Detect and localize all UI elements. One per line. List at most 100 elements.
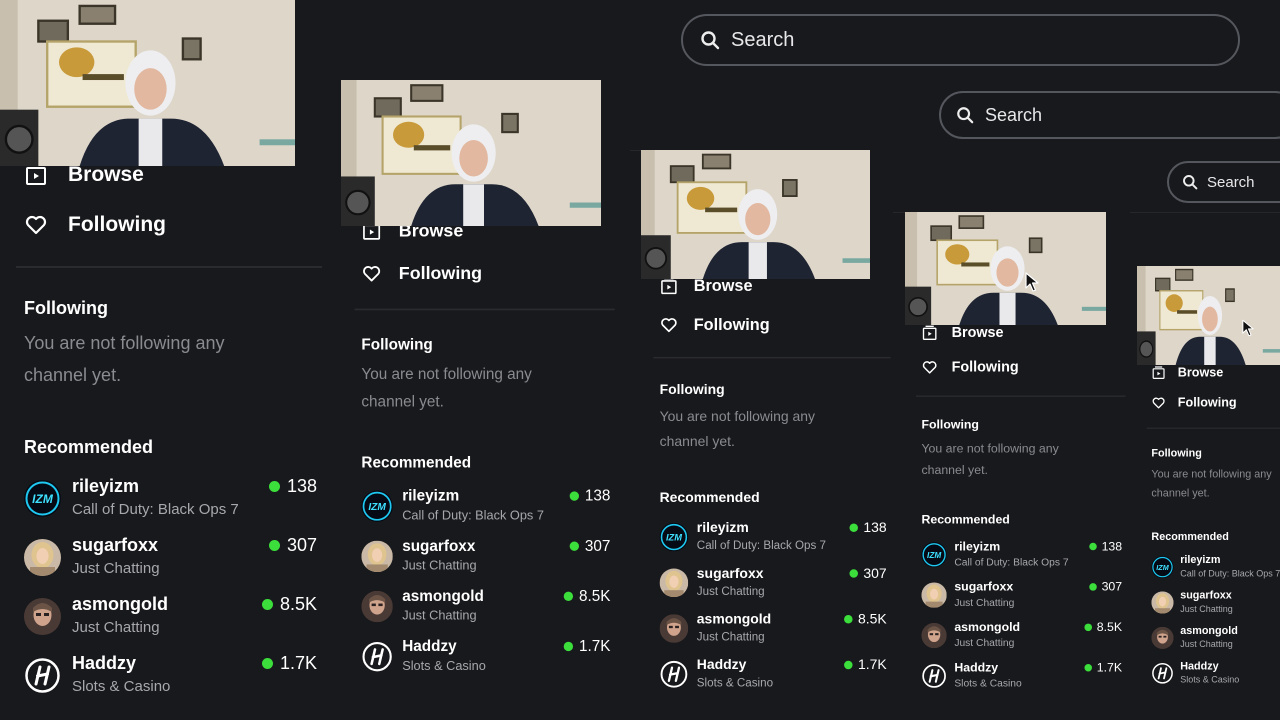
browse-icon [922, 325, 937, 340]
channel-avatar [1151, 591, 1174, 614]
recommended-channel[interactable]: sugarfoxxJust Chatting307 [0, 535, 330, 594]
channel-name: Haddzy [72, 653, 137, 673]
channel-name: Haddzy [954, 660, 999, 675]
search-input[interactable]: Search [939, 91, 1280, 139]
live-dot [261, 599, 273, 610]
mouse-cursor [1025, 272, 1039, 292]
recommended-channel[interactable]: HaddzySlots & Casino1.7K [905, 661, 1130, 701]
channel-avatar [361, 640, 393, 673]
following-empty-text: You are not following any channel yet. [361, 365, 532, 410]
channel-category: Slots & Casino [402, 658, 486, 674]
channel-avatar [659, 614, 689, 643]
viewer-count: 1.7K [563, 638, 610, 656]
channel-category: Just Chatting [1180, 604, 1233, 615]
recommended-channel[interactable]: IZMrileyizmCall of Duty: Black Ops 7138 [0, 476, 330, 535]
webcam-feed [0, 0, 295, 166]
heart-icon [363, 266, 381, 282]
viewer-count: 1.7K [261, 653, 317, 674]
recommended-channel[interactable]: asmongoldJust Chatting8.5K [1137, 624, 1280, 659]
viewer-count-value: 1.7K [857, 656, 887, 673]
recommended-list: IZM rileyizm Call of Duty: Black Ops 7 138 s… [905, 539, 1130, 701]
channel-avatar [921, 622, 947, 649]
channel-name: rileyizm [954, 539, 1001, 554]
nav-following[interactable]: Following [641, 306, 893, 345]
channel-category: Slots & Casino [954, 677, 1022, 690]
recommended-channel[interactable]: sugarfoxxJust Chatting307 [1137, 589, 1280, 624]
channel-name: sugarfoxx [954, 579, 1014, 594]
viewer-count-value: 8.5K [279, 594, 317, 614]
recommended-channel[interactable]: sugarfoxxJust Chatting307 [341, 537, 622, 587]
webcam-feed [905, 212, 1106, 325]
recommended-title: Recommended [361, 453, 472, 471]
sidebar: Browse Following Following You are not f… [341, 210, 622, 688]
viewer-count-value: 138 [1101, 539, 1123, 554]
channel-category: Just Chatting [954, 637, 1015, 649]
channel-avatar: IZM [24, 480, 61, 517]
recommended-title: Recommended [24, 437, 154, 457]
recommended-channel[interactable]: HaddzySlots & Casino1.7K [0, 653, 330, 712]
browse-icon [26, 164, 46, 185]
webcam-feed [1137, 266, 1280, 365]
following-title: Following [659, 381, 725, 398]
recommended-channel[interactable]: IZMrileyizmCall of Duty: Black Ops 7138 [341, 487, 622, 537]
channel-avatar [361, 540, 393, 573]
recommended-list: IZM rileyizm Call of Duty: Black Ops 7 138 s… [641, 520, 893, 703]
nav-following[interactable]: Following [341, 253, 622, 296]
browse-icon [1152, 366, 1165, 379]
recommended-channel[interactable]: asmongoldJust Chatting8.5K [905, 620, 1130, 660]
svg-text:IZM: IZM [927, 551, 941, 560]
recommended-channel[interactable]: asmongoldJust Chatting8.5K [341, 587, 622, 637]
viewer-count: 307 [849, 565, 887, 581]
search-placeholder: Search [731, 28, 795, 51]
recommended-channel[interactable]: IZM rileyizm Call of Duty: Black Ops 7 138 [905, 539, 1130, 579]
channel-category: Just Chatting [72, 560, 160, 577]
live-dot [261, 658, 273, 669]
viewer-count: 307 [268, 535, 317, 556]
nav-following[interactable]: Following [0, 200, 330, 250]
channel-name: rileyizm [1180, 553, 1221, 566]
channel-category: Call of Duty: Black Ops 7 [402, 508, 544, 523]
sidebar: Browse Following Following You are not f… [905, 316, 1130, 701]
search-input[interactable]: Search [681, 14, 1240, 66]
viewer-count: 8.5K [261, 594, 317, 615]
channel-category: Call of Duty: Black Ops 7 [954, 556, 1069, 569]
recommended-channel[interactable]: Haddzy Slots & Casino 1.7K [341, 638, 622, 688]
live-dot [844, 614, 853, 624]
viewer-count: 138 [1089, 539, 1122, 553]
viewer-count-value: 8.5K [857, 611, 887, 627]
nav-following[interactable]: Following [1137, 388, 1280, 418]
nav-following-label: Following [951, 359, 1019, 375]
search-placeholder: Search [1207, 173, 1255, 191]
nav-following[interactable]: Following [905, 350, 1130, 384]
recommended-channel[interactable]: sugarfoxxJust Chatting307 [641, 565, 893, 611]
channel-name: asmongold [72, 594, 169, 614]
recommended-channel[interactable]: sugarfoxxJust Chatting307 [905, 580, 1130, 620]
channel-category: Slots & Casino [696, 676, 774, 690]
search-input[interactable]: Search [1167, 161, 1280, 203]
recommended-title: Recommended [921, 512, 1010, 527]
recommended-channel[interactable]: IZMrileyizmCall of Duty: Black Ops 7138 [641, 520, 893, 566]
channel-name: Haddzy [402, 637, 457, 655]
recommended-channel[interactable]: asmongoldJust Chatting8.5K [0, 594, 330, 653]
following-title: Following [24, 298, 108, 318]
recommended-channel[interactable]: asmongoldJust Chatting8.5K [641, 611, 893, 657]
viewer-count: 307 [1089, 580, 1122, 594]
recommended-channel[interactable]: HaddzySlots & Casino1.7K [641, 657, 893, 703]
channel-category: Just Chatting [696, 584, 765, 598]
following-empty-text: You are not following any channel yet. [921, 441, 1059, 477]
heart-icon [25, 215, 47, 235]
viewer-count-value: 1.7K [279, 653, 317, 673]
viewer-count-value: 138 [863, 519, 887, 536]
recommended-channel[interactable]: HaddzySlots & Casino1.7K [1137, 660, 1280, 695]
viewer-count-value: 138 [286, 476, 317, 496]
nav-following-label: Following [68, 213, 166, 236]
channel-name: rileyizm [696, 519, 749, 536]
browse-icon [661, 277, 677, 295]
live-dot [1084, 623, 1092, 632]
sidebar: Browse Following Following You are not f… [641, 267, 893, 703]
recommended-channel[interactable]: IZMrileyizmCall of Duty: Black Ops 7138 [1137, 554, 1280, 589]
channel-avatar [921, 582, 947, 608]
recommended-title: Recommended [1151, 530, 1229, 543]
nav-following-label: Following [1177, 395, 1237, 410]
viewer-count-value: 8.5K [1096, 620, 1123, 634]
